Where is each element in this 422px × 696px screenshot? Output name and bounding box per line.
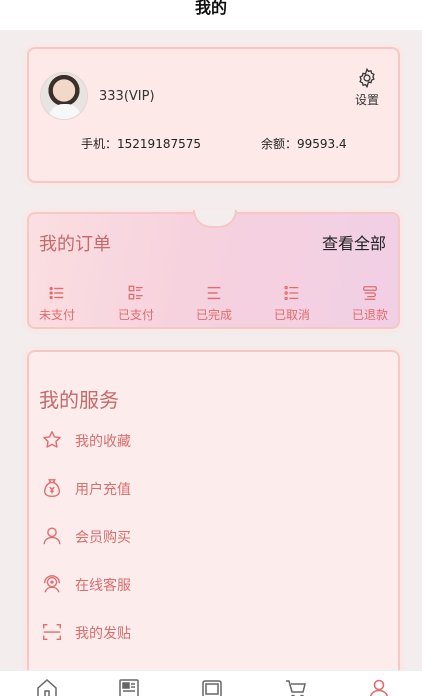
tab-cart[interactable] (284, 677, 312, 696)
service-membership-label: 会员购买 (75, 530, 131, 546)
top-bar: 我的 (0, 0, 422, 30)
refund-icon (363, 286, 377, 300)
service-favorites[interactable]: 我的收藏 (41, 428, 241, 452)
star-icon (43, 431, 61, 448)
service-support[interactable]: 在线客服 (41, 572, 241, 596)
headset-icon (43, 575, 61, 593)
phone-label: 手机： (81, 137, 118, 151)
balance-value: 99593.4 (297, 137, 347, 151)
home-icon (37, 678, 57, 696)
username: 333(VIP) (99, 89, 155, 104)
list-icon (49, 286, 64, 300)
user-icon (43, 527, 61, 545)
services-title: 我的服务 (39, 388, 119, 412)
settings-label: 设置 (354, 93, 379, 107)
tab-messages[interactable] (200, 677, 228, 696)
bottom-tab-bar (0, 670, 422, 696)
phone-number: 15219187575 (117, 137, 201, 151)
tab-home[interactable] (35, 677, 63, 696)
lines-icon (207, 286, 221, 300)
service-recharge-label: 用户充值 (75, 482, 131, 498)
order-cancelled[interactable]: 已取消 (262, 284, 322, 323)
avatar-shirt (49, 104, 81, 119)
view-all-orders-link[interactable]: 查看全部 (322, 230, 386, 254)
tab-profile[interactable] (367, 677, 395, 696)
order-completed-label: 已完成 (195, 308, 232, 322)
service-support-label: 在线客服 (75, 578, 131, 594)
money-bag-icon (43, 479, 61, 497)
order-paid[interactable]: 已支付 (106, 284, 166, 323)
order-unpaid-label: 未支付 (38, 308, 75, 322)
service-my-posts-label: 我的发贴 (75, 626, 131, 642)
profile-card: 333(VIP) 设置 手机：15219187575 余额：99593.4 (27, 47, 400, 183)
settings-button[interactable]: 设置 (352, 67, 382, 108)
order-refunded-label: 已退款 (351, 308, 388, 322)
order-refunded[interactable]: 已退款 (340, 284, 400, 323)
message-icon (202, 680, 222, 696)
service-my-posts[interactable]: 我的发贴 (41, 620, 241, 644)
avatar[interactable] (40, 72, 88, 120)
profile-icon (369, 679, 389, 696)
scan-frame-icon (43, 623, 61, 641)
service-favorites-label: 我的收藏 (75, 434, 131, 450)
order-status-row: 未支付 已支付 已完成 已取消 已退款 (29, 284, 398, 324)
order-unpaid[interactable]: 未支付 (27, 284, 87, 323)
order-completed[interactable]: 已完成 (184, 284, 244, 323)
cart-icon (286, 680, 306, 696)
services-card: 我的服务 我的收藏 用户充值 会员购买 在线客服 我的发贴 (27, 350, 400, 696)
tab-news[interactable] (117, 677, 145, 696)
checklist-icon (284, 285, 299, 301)
card-notch (193, 210, 237, 228)
order-cancelled-label: 已取消 (273, 308, 310, 322)
gear-icon (359, 67, 375, 89)
news-icon (119, 679, 139, 696)
page-title: 我的 (194, 0, 227, 17)
grid-list-icon (128, 285, 143, 300)
balance-label: 余额： (261, 137, 298, 151)
order-paid-label: 已支付 (117, 308, 154, 322)
service-recharge[interactable]: 用户充值 (41, 476, 241, 500)
balance-info: 余额：99593.4 (261, 135, 347, 152)
service-membership[interactable]: 会员购买 (41, 524, 241, 548)
phone-info: 手机：15219187575 (81, 135, 201, 152)
orders-card: 我的订单 查看全部 未支付 已支付 已完成 已取消 已退款 (27, 210, 400, 329)
orders-title: 我的订单 (39, 234, 111, 255)
